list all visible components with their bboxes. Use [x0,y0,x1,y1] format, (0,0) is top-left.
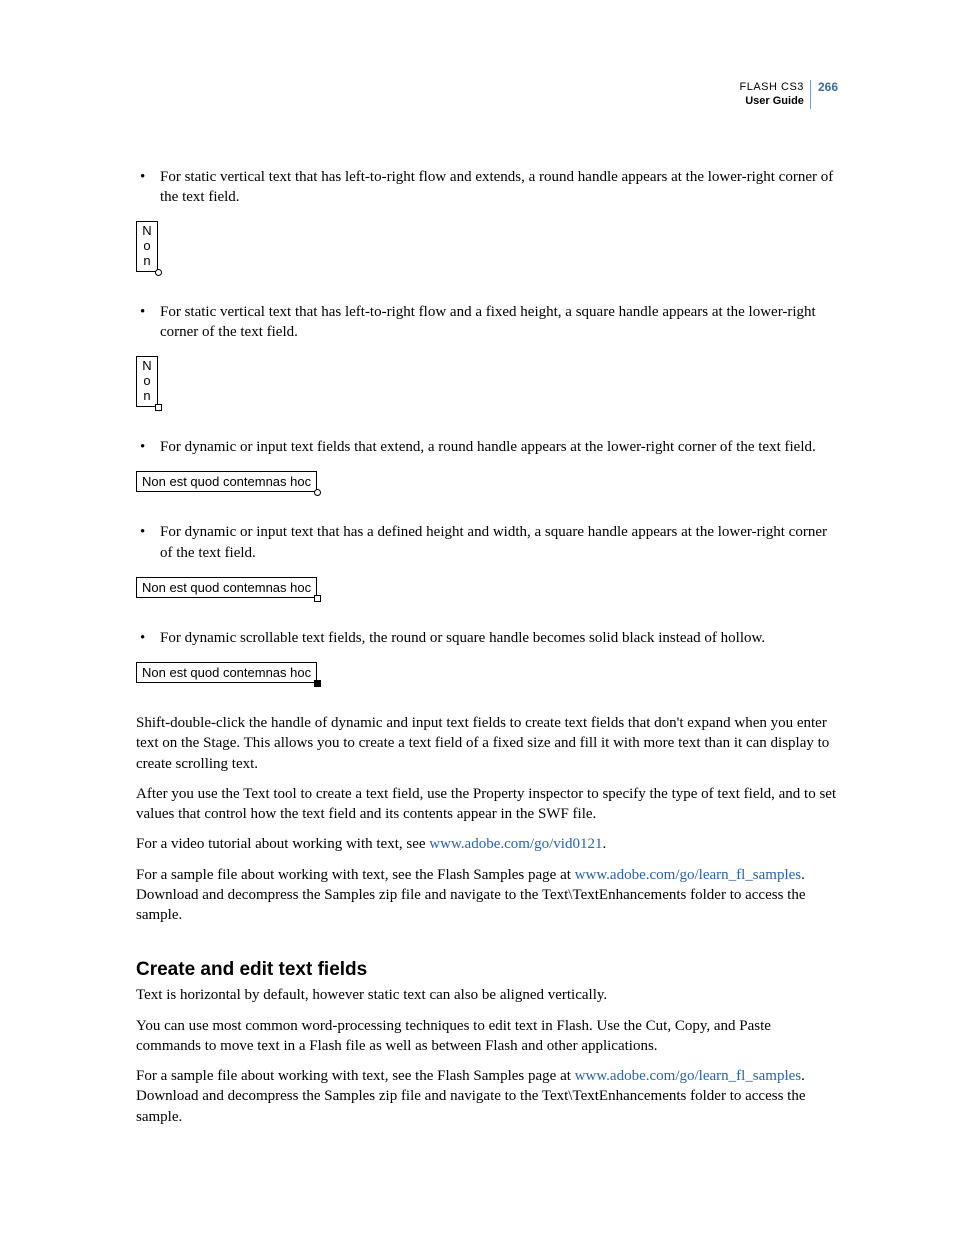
figure-glyph: n [141,389,153,404]
bullet-icon: • [136,628,160,648]
bullet-icon: • [136,302,160,343]
figure-horizontal-text-round: Non est quod contemnas hoc [136,471,317,492]
figure-glyph: n [141,254,153,269]
square-handle-icon [314,595,321,602]
figure-glyph: N [141,359,153,374]
body-paragraph: Text is horizontal by default, however s… [136,985,838,1005]
bullet-item: • For dynamic or input text that has a d… [136,522,838,563]
header-product: FLASH CS3 [739,81,803,93]
bullet-icon: • [136,522,160,563]
bullet-item: • For static vertical text that has left… [136,302,838,343]
round-handle-icon [155,269,162,276]
figure-vertical-text-square: N o n [136,356,158,407]
figure-glyph: o [141,374,153,389]
bullet-icon: • [136,437,160,457]
body-paragraph: After you use the Text tool to create a … [136,784,838,825]
figure-vertical-text-round: N o n [136,221,158,272]
figure-text: Non est quod contemnas hoc [136,577,317,598]
bullet-text: For static vertical text that has left-t… [160,302,838,343]
page-number: 266 [814,80,838,96]
figure-text: Non est quod contemnas hoc [136,471,317,492]
page: FLASH CS3 User Guide 266 • For static ve… [0,0,954,1197]
bullet-text: For dynamic or input text fields that ex… [160,437,838,457]
figure-horizontal-text-solid: Non est quod contemnas hoc [136,662,317,683]
body-text: For a video tutorial about working with … [136,836,429,852]
bullet-item: • For dynamic scrollable text fields, th… [136,628,838,648]
figure-glyph: o [141,239,153,254]
bullet-icon: • [136,167,160,208]
figure-glyph: N [141,224,153,239]
header-guide: User Guide [745,95,804,107]
bullet-text: For dynamic scrollable text fields, the … [160,628,838,648]
bullet-item: • For static vertical text that has left… [136,167,838,208]
body-text: . [602,836,606,852]
samples-link[interactable]: www.adobe.com/go/learn_fl_samples [575,867,801,883]
figure-text: Non est quod contemnas hoc [136,662,317,683]
bullet-text: For dynamic or input text that has a def… [160,522,838,563]
body-text: For a sample file about working with tex… [136,1068,575,1084]
body-paragraph: For a video tutorial about working with … [136,834,838,854]
bullet-text: For static vertical text that has left-t… [160,167,838,208]
body-text: For a sample file about working with tex… [136,867,575,883]
figure-horizontal-text-square: Non est quod contemnas hoc [136,577,317,598]
section-heading: Create and edit text fields [136,959,838,981]
square-handle-icon [155,404,162,411]
body-paragraph: Shift-double-click the handle of dynamic… [136,713,838,774]
video-tutorial-link[interactable]: www.adobe.com/go/vid0121 [429,836,602,852]
body-paragraph: You can use most common word-processing … [136,1016,838,1057]
bullet-item: • For dynamic or input text fields that … [136,437,838,457]
samples-link[interactable]: www.adobe.com/go/learn_fl_samples [575,1068,801,1084]
body-paragraph: For a sample file about working with tex… [136,1066,838,1127]
page-header: FLASH CS3 User Guide 266 [136,80,838,109]
body-paragraph: For a sample file about working with tex… [136,865,838,926]
solid-handle-icon [314,680,321,687]
